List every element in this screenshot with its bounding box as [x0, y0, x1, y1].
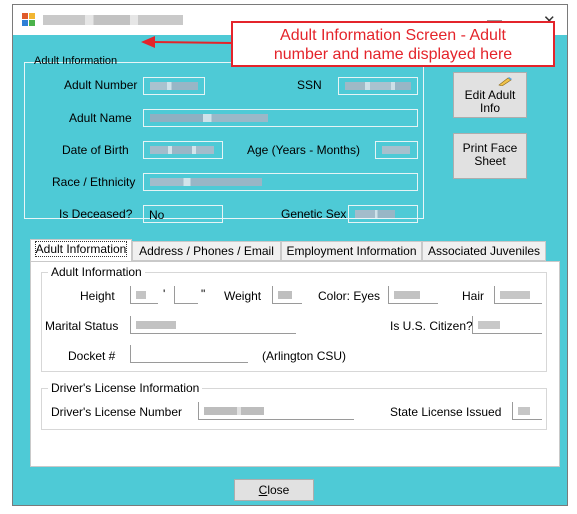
drivers-license-group: Driver's License Information Driver's Li… — [41, 381, 547, 430]
us-citizen-label: Is U.S. Citizen? — [390, 319, 473, 333]
print-face-sheet-label-line2: Sheet — [474, 154, 506, 168]
drivers-license-number-field[interactable] — [198, 402, 354, 420]
state-license-issued-label: State License Issued — [390, 405, 502, 419]
eye-color-field[interactable] — [388, 286, 438, 304]
group-title: Driver's License Information — [48, 381, 203, 395]
adult-number-label: Adult Number — [64, 78, 138, 92]
adult-name-field — [143, 109, 418, 127]
date-of-birth-field — [143, 141, 223, 159]
feet-mark: ' — [163, 287, 166, 301]
race-ethnicity-field — [143, 173, 418, 191]
tab-label: Employment Information — [286, 244, 417, 258]
tab-associated-juveniles[interactable]: Associated Juveniles — [422, 241, 546, 261]
adult-information-group: Adult Information Adult Number SSN Adult… — [24, 55, 424, 223]
app-icon — [22, 13, 36, 27]
group-title: Adult Information — [34, 55, 118, 67]
close-label: lose — [267, 483, 290, 497]
docket-label: Docket # — [68, 349, 116, 363]
adult-information-window: — ✕ Adult Information Adult Number SSN A… — [12, 4, 568, 506]
tab-address-phones-email[interactable]: Address / Phones / Email — [132, 241, 281, 261]
eye-color-label: Color: Eyes — [318, 289, 381, 303]
weight-field[interactable] — [272, 286, 302, 304]
pencil-icon — [498, 75, 512, 87]
inch-mark: " — [201, 287, 206, 301]
tab-adult-information[interactable]: Adult Information — [30, 239, 132, 262]
edit-adult-info-button[interactable]: Edit Adult Info — [453, 72, 527, 118]
marital-status-label: Marital Status — [45, 319, 119, 333]
hair-color-field[interactable] — [494, 286, 542, 304]
tab-label: Adult Information — [34, 241, 128, 257]
tab-label: Address / Phones / Email — [139, 244, 274, 258]
print-face-sheet-button[interactable]: Print Face Sheet — [453, 133, 527, 179]
is-deceased-label: Is Deceased? — [59, 207, 133, 221]
edit-adult-info-label-line2: Info — [479, 101, 500, 115]
hair-color-label: Hair — [462, 289, 485, 303]
tab-label: Associated Juveniles — [427, 244, 541, 258]
tab-panel-adult-information: Adult Information Height ' " Weight Colo… — [30, 261, 560, 467]
adult-name-label: Adult Name — [69, 111, 132, 125]
close-button[interactable]: Close — [234, 479, 314, 501]
genetic-sex-field — [348, 205, 418, 223]
group-title: Adult Information — [48, 265, 145, 279]
height-feet-field[interactable] — [130, 286, 158, 304]
genetic-sex-label: Genetic Sex — [281, 207, 347, 221]
date-of-birth-label: Date of Birth — [62, 143, 129, 157]
adult-number-field — [143, 77, 205, 95]
callout-line2: number and name displayed here — [273, 46, 513, 63]
race-ethnicity-label: Race / Ethnicity — [52, 175, 136, 189]
age-field — [375, 141, 418, 159]
us-citizen-field[interactable] — [472, 316, 542, 334]
state-license-issued-field[interactable] — [512, 402, 542, 420]
marital-status-field[interactable] — [130, 316, 296, 334]
height-label: Height — [80, 289, 115, 303]
arlington-csu-text: (Arlington CSU) — [262, 349, 347, 363]
docket-field[interactable] — [130, 345, 248, 363]
weight-label: Weight — [224, 289, 262, 303]
height-inches-field[interactable] — [174, 286, 198, 304]
ssn-label: SSN — [297, 78, 322, 92]
is-deceased-value: No — [149, 208, 165, 222]
is-deceased-field: No — [143, 205, 223, 223]
window-title-redacted — [43, 15, 183, 25]
ssn-field — [338, 77, 418, 95]
adult-details-group: Adult Information Height ' " Weight Colo… — [41, 265, 547, 372]
tab-employment-information[interactable]: Employment Information — [281, 241, 422, 261]
annotation-callout: Adult Information Screen - Adult number … — [231, 21, 555, 67]
callout-line1: Adult Information Screen - Adult — [280, 27, 506, 44]
drivers-license-number-label: Driver's License Number — [51, 405, 182, 419]
age-label: Age (Years - Months) — [247, 143, 360, 157]
